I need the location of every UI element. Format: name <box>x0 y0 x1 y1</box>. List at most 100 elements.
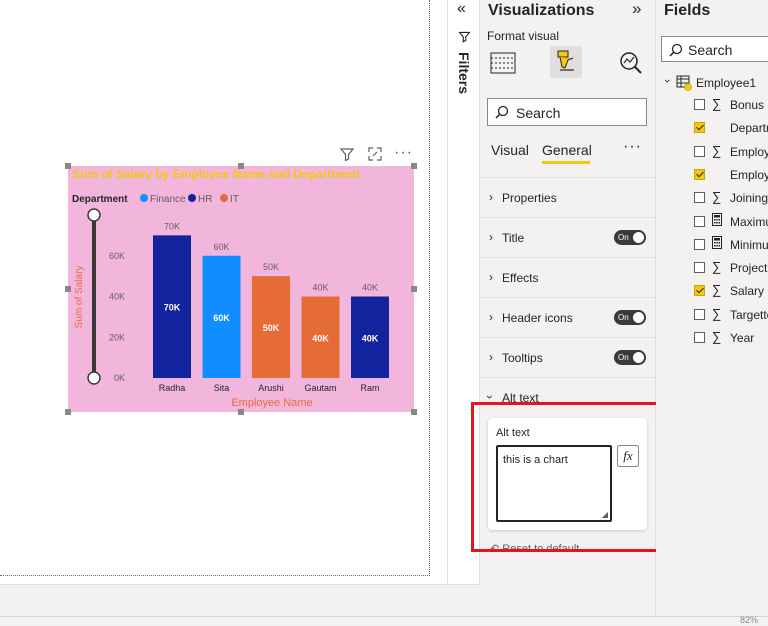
visualizations-title: Visualizations <box>488 2 595 19</box>
sigma-icon: ∑ <box>712 282 722 298</box>
section-header-icons[interactable]: › Header icons On <box>480 298 656 338</box>
field-item[interactable]: ∑ Salary <box>656 280 768 303</box>
field-item[interactable]: ∑ Year <box>656 327 768 350</box>
field-checkbox[interactable] <box>694 122 705 134</box>
resize-handle[interactable] <box>411 163 417 169</box>
resize-handle[interactable] <box>411 409 417 415</box>
field-checkbox[interactable] <box>694 99 705 110</box>
field-name: Year <box>730 331 755 345</box>
bar-top-label: 60K <box>213 242 229 252</box>
zoom-slider-bottom-handle[interactable] <box>87 371 101 385</box>
sigma-icon: ∑ <box>712 96 722 111</box>
more-options-icon[interactable]: ··· <box>623 138 642 156</box>
tab-general[interactable]: General <box>542 142 592 158</box>
chevron-down-icon: › <box>660 79 673 83</box>
field-item[interactable]: ∑ Bonus <box>656 94 768 117</box>
field-item[interactable]: ∑ Joining <box>656 187 768 210</box>
paint-brush-icon <box>557 50 574 71</box>
analytics-icon[interactable] <box>618 50 644 81</box>
fields-search-box[interactable]: Search <box>661 36 768 62</box>
chart-visual[interactable]: Sum of Salary by Employee Name and Depar… <box>65 163 417 415</box>
x-tick-label: Radha <box>159 383 186 393</box>
chart-title: Sum of Salary by Employee Name and Depar… <box>72 167 360 181</box>
section-label: Properties <box>502 191 557 205</box>
field-checkbox[interactable] <box>694 145 705 157</box>
field-item[interactable]: Departr <box>656 117 768 140</box>
chevron-right-icon: › <box>489 350 493 364</box>
fields-title: Fields <box>664 2 711 19</box>
resize-handle[interactable] <box>238 163 244 169</box>
chevron-right-icon: › <box>489 190 493 204</box>
field-checkbox[interactable] <box>694 168 705 180</box>
focus-mode-icon[interactable] <box>367 146 383 165</box>
field-item[interactable]: Employ <box>656 164 768 187</box>
x-tick-label: Sita <box>214 383 230 393</box>
sigma-icon: ∑ <box>712 329 722 344</box>
y-tick-label: 0K <box>114 373 125 383</box>
build-visual-icon[interactable] <box>490 52 516 79</box>
sigma-icon: ∑ <box>712 142 722 158</box>
bar-data-label: 60K <box>213 313 230 323</box>
header-icons-toggle[interactable]: On <box>614 310 646 325</box>
field-checkbox[interactable] <box>694 332 705 343</box>
field-item[interactable]: Minimu <box>656 234 768 257</box>
chevron-right-icon: › <box>489 230 493 244</box>
section-properties[interactable]: › Properties <box>480 178 656 218</box>
resize-handle[interactable] <box>411 286 417 292</box>
toggle-knob <box>633 312 644 323</box>
toggle-knob <box>633 232 644 243</box>
resize-handle[interactable] <box>65 409 71 415</box>
field-item[interactable]: ∑ Projects <box>656 257 768 280</box>
field-checkbox[interactable] <box>694 308 705 320</box>
y-tick-label: 60K <box>109 251 125 261</box>
legend-entry: HR <box>198 194 212 205</box>
section-label: Effects <box>502 271 539 285</box>
field-checkbox[interactable] <box>694 238 705 250</box>
y-axis-ticks: 0K 20K 40K 60K <box>109 251 125 383</box>
toggle-knob <box>633 352 644 363</box>
toggle-label: On <box>618 353 629 362</box>
x-axis-label: Employee Name <box>231 397 312 409</box>
field-name: Maximu <box>730 214 768 229</box>
field-item[interactable]: ∑ Employ <box>656 141 768 164</box>
y-axis-label: Sum of Salary <box>74 266 85 329</box>
section-tooltips[interactable]: › Tooltips On <box>480 338 656 378</box>
x-tick-label: Ram <box>360 383 379 393</box>
field-name: Employ <box>730 144 768 159</box>
zoom-slider-top-handle[interactable] <box>87 208 101 222</box>
field-item[interactable]: Maximu <box>656 211 768 234</box>
field-name: Projects <box>730 261 768 276</box>
tooltips-toggle[interactable]: On <box>614 350 646 365</box>
resize-handle[interactable] <box>238 409 244 415</box>
bar-top-label: 70K <box>164 221 180 231</box>
title-toggle[interactable]: On <box>614 230 646 245</box>
collapse-filters-icon[interactable]: « <box>457 0 466 18</box>
fields-search-input[interactable]: Search <box>688 42 732 58</box>
viz-search-box[interactable]: Search <box>487 98 647 126</box>
field-checkbox[interactable] <box>694 262 705 274</box>
bar-data-label: 40K <box>312 333 329 343</box>
zoom-text: 82% <box>740 615 759 625</box>
more-options-icon[interactable]: ··· <box>394 144 413 162</box>
filters-label[interactable]: Filters <box>456 52 472 94</box>
field-checkbox[interactable] <box>694 285 705 297</box>
legend-marker <box>140 194 148 202</box>
resize-handle[interactable] <box>65 286 71 292</box>
viz-search-input[interactable]: Search <box>516 105 560 121</box>
section-effects[interactable]: › Effects <box>480 258 656 298</box>
tab-visual[interactable]: Visual <box>491 142 529 158</box>
resize-handle[interactable] <box>65 163 71 169</box>
table-employee1[interactable]: › Employee1 <box>656 72 768 94</box>
bar-top-label: 50K <box>263 262 279 272</box>
format-visual-tab[interactable] <box>550 46 582 78</box>
filter-icon[interactable] <box>339 146 355 165</box>
section-title[interactable]: › Title On <box>480 218 656 258</box>
field-name: Joining <box>730 191 768 206</box>
bar-top-label: 40K <box>312 283 328 293</box>
field-item[interactable]: ∑ Targette <box>656 304 768 327</box>
toggle-label: On <box>618 313 629 322</box>
field-checkbox[interactable] <box>694 215 705 227</box>
field-checkbox[interactable] <box>694 192 705 204</box>
collapse-visualizations-icon[interactable]: » <box>632 0 641 19</box>
section-label: Title <box>502 231 525 245</box>
